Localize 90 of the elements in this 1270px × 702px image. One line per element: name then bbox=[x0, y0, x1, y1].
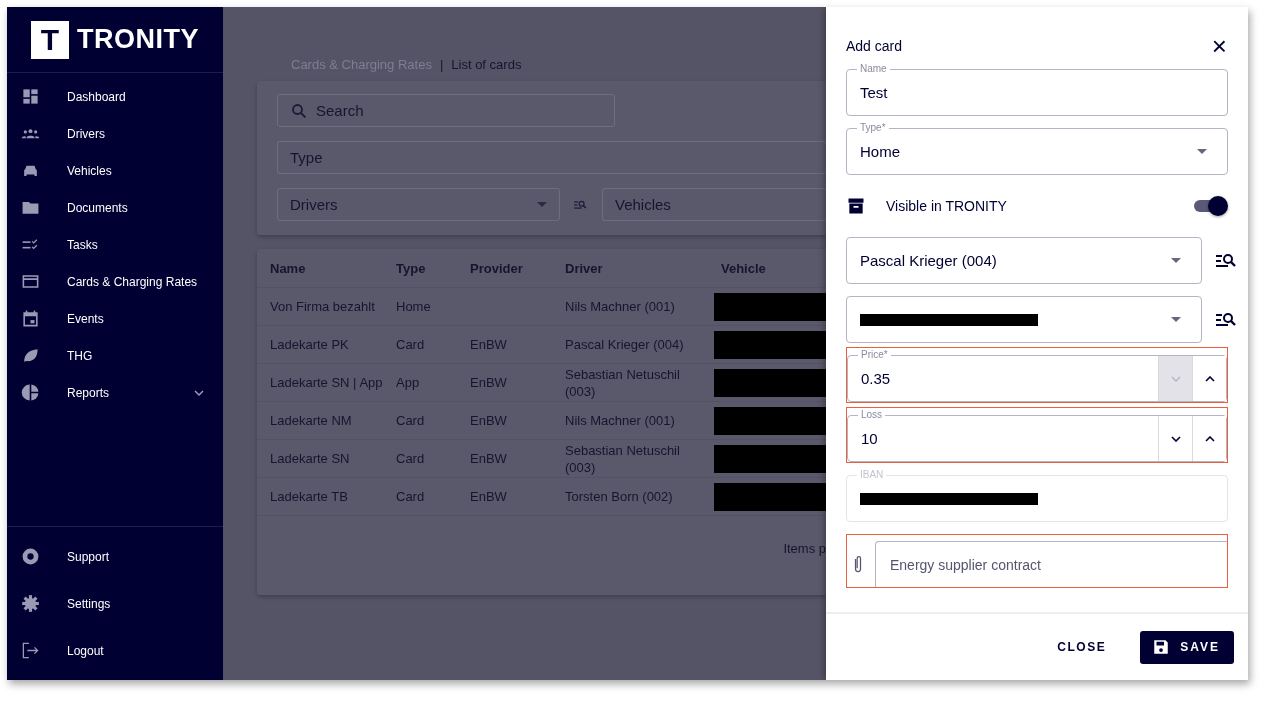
chevron-up-icon bbox=[1204, 375, 1215, 382]
sidebar-item[interactable]: Cards & Charging Rates bbox=[7, 263, 223, 300]
table-cell-text: EnBW bbox=[469, 488, 508, 505]
paperclip-icon bbox=[853, 554, 863, 574]
price-field[interactable]: Price* 0.35 bbox=[846, 347, 1228, 403]
sidebar-item[interactable]: Events bbox=[7, 300, 223, 337]
save-button[interactable]: SAVE bbox=[1140, 630, 1234, 664]
type-box[interactable]: Type bbox=[277, 141, 826, 174]
sidebar-item[interactable]: Settings bbox=[7, 580, 223, 627]
field-label: Loss bbox=[858, 409, 886, 421]
table-cell-text: Nils Machner (001) bbox=[564, 298, 676, 315]
settings-icon bbox=[21, 594, 40, 613]
table-cell-text: Home bbox=[395, 298, 432, 315]
drawer-title: Add card bbox=[846, 38, 903, 54]
table-cell-text: EnBW bbox=[469, 336, 508, 353]
logout-icon bbox=[21, 641, 40, 660]
sidebar-item[interactable]: Vehicles bbox=[7, 152, 223, 189]
breadcrumb-separator: | bbox=[439, 56, 444, 72]
table-cell-text: Nils Machner (001) bbox=[564, 412, 676, 429]
search-icon bbox=[290, 101, 308, 120]
pie-icon bbox=[21, 383, 40, 402]
save-icon bbox=[1152, 638, 1171, 656]
sidebar-item[interactable]: Tasks bbox=[7, 226, 223, 263]
caret-icon bbox=[1197, 149, 1207, 154]
search-box[interactable]: Search bbox=[277, 94, 615, 127]
calendar-icon bbox=[21, 309, 40, 328]
table-cell-text: EnBW bbox=[469, 412, 508, 429]
table-cell-text: Ladekarte PK bbox=[269, 336, 350, 353]
column-header: Provider bbox=[469, 259, 524, 277]
table-cell-text: Ladekarte NM bbox=[269, 412, 353, 429]
field-label: Name bbox=[857, 63, 890, 75]
chevron-down-icon bbox=[1170, 375, 1181, 382]
table-cell-text: Card bbox=[395, 412, 426, 429]
items-per-page-label: Items p bbox=[783, 541, 826, 556]
caret-icon bbox=[537, 202, 548, 207]
column-header: Vehicle bbox=[720, 259, 767, 277]
drivers-dropdown[interactable]: Drivers bbox=[277, 188, 561, 221]
table-cell-text: Card bbox=[395, 488, 426, 505]
drivers-select[interactable]: Drivers bbox=[290, 194, 538, 215]
breadcrumb-current: List of cards bbox=[451, 56, 522, 72]
sidebar-item[interactable]: Logout bbox=[7, 627, 223, 674]
archive-icon bbox=[846, 196, 866, 216]
visible-label: Visible in TRONITY bbox=[886, 198, 1008, 214]
driver-select[interactable]: Pascal Krieger (004) bbox=[846, 237, 1202, 284]
caret-icon bbox=[1171, 258, 1181, 263]
field-label: Type* bbox=[857, 122, 889, 134]
increment-button[interactable] bbox=[1192, 356, 1226, 401]
column-header: Type bbox=[395, 259, 427, 277]
increment-button[interactable] bbox=[1192, 416, 1226, 461]
table-cell-text: App bbox=[395, 374, 421, 391]
vehicle-select[interactable] bbox=[846, 296, 1202, 343]
table-cell-text: Card bbox=[395, 336, 426, 353]
search-field[interactable]: Search bbox=[316, 100, 602, 121]
leaf-icon bbox=[21, 346, 40, 365]
table-cell-text: Sebastian Netuschil (003) bbox=[564, 441, 681, 476]
loss-field[interactable]: Loss 10 bbox=[846, 407, 1228, 463]
type-field[interactable]: Type bbox=[290, 147, 814, 168]
sidebar-item[interactable]: THG bbox=[7, 337, 223, 374]
support-icon bbox=[21, 547, 40, 566]
table-cell-text: Ladekarte TB bbox=[269, 488, 349, 505]
dashboard-icon bbox=[21, 87, 40, 106]
chevron-up-icon bbox=[1204, 435, 1215, 442]
vehicles-select[interactable]: Vehicles bbox=[615, 194, 814, 215]
logo-mark: T bbox=[31, 20, 69, 59]
table-cell-text: Pascal Krieger (004) bbox=[564, 336, 685, 353]
table-cell-text: Card bbox=[395, 450, 426, 467]
sidebar-item[interactable]: Dashboard bbox=[7, 78, 223, 115]
column-header: Name bbox=[269, 259, 307, 277]
field-label: Price* bbox=[858, 349, 891, 361]
close-button[interactable]: CLOSE bbox=[1051, 639, 1113, 655]
sidebar-item[interactable]: Support bbox=[7, 533, 223, 580]
table-cell-text: Torsten Born (002) bbox=[564, 488, 674, 505]
sidebar-item[interactable]: Drivers bbox=[7, 115, 223, 152]
table-cell-text: Ladekarte SN | App bbox=[269, 374, 383, 391]
field-label: IBAN bbox=[857, 469, 887, 481]
table-cell-text: Sebastian Netuschil (003) bbox=[564, 365, 681, 400]
caret-icon bbox=[1171, 317, 1181, 322]
card-icon bbox=[21, 272, 40, 291]
vehicles-dropdown[interactable]: Vehicles bbox=[602, 188, 826, 221]
chevron-down-icon bbox=[1170, 435, 1181, 442]
brand-name: TRONITY bbox=[77, 24, 199, 55]
table-cell-text: Ladekarte SN bbox=[269, 450, 351, 467]
sidebar-item[interactable]: Documents bbox=[7, 189, 223, 226]
attachment-field[interactable]: Energy supplier contract bbox=[846, 534, 1228, 588]
table-cell-text: EnBW bbox=[469, 374, 508, 391]
table-cell-text: Von Firma bezahlt bbox=[269, 298, 376, 315]
column-header: Driver bbox=[564, 259, 604, 277]
sidebar-item[interactable]: Reports bbox=[7, 374, 223, 411]
close-button[interactable]: × bbox=[1210, 33, 1228, 59]
table-cell-text: EnBW bbox=[469, 450, 508, 467]
